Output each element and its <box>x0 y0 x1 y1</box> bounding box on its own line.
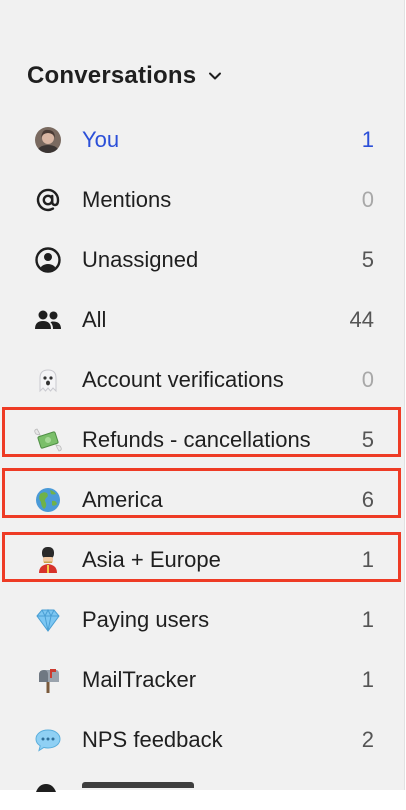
conversations-header[interactable]: Conversations <box>27 60 224 92</box>
nav-item-count: 2 <box>361 727 374 752</box>
nav-item-nps-feedback[interactable]: NPS feedback 2 <box>0 710 404 770</box>
nav-item-label: Account verifications <box>82 367 284 392</box>
nav-item-all[interactable]: All 44 <box>0 290 404 350</box>
chevron-down-icon[interactable] <box>206 67 224 85</box>
nav-item-count: 5 <box>361 247 374 272</box>
highlight-box-asia-europe <box>2 532 401 582</box>
conversations-sidebar: Conversations You 1 Mentions 0 Unassigne… <box>0 0 405 792</box>
mailbox-icon <box>33 665 63 695</box>
user-avatar <box>33 125 63 155</box>
nav-item-partial[interactable] <box>0 770 404 810</box>
nav-item-count: 0 <box>361 187 374 212</box>
at-sign-icon <box>33 185 63 215</box>
partial-item-label <box>82 778 202 788</box>
nav-item-label: Unassigned <box>82 247 199 272</box>
nav-item-label: NPS feedback <box>82 727 223 752</box>
nav-item-label: You <box>82 127 120 152</box>
users-icon <box>33 305 63 335</box>
highlight-box-refunds <box>2 407 401 457</box>
partial-item-icon <box>36 784 56 792</box>
user-circle-icon <box>33 245 63 275</box>
nav-item-label: Paying users <box>82 607 210 632</box>
nav-item-count: 1 <box>361 667 374 692</box>
nav-item-count: 44 <box>349 307 374 332</box>
conversations-title: Conversations <box>27 62 197 89</box>
nav-item-label: Mentions <box>82 187 172 212</box>
nav-item-label: All <box>82 307 107 332</box>
nav-item-account-verifications[interactable]: Account verifications 0 <box>0 350 404 410</box>
nav-item-mentions[interactable]: Mentions 0 <box>0 170 404 230</box>
nav-item-you[interactable]: You 1 <box>0 110 404 170</box>
nav-item-count: 1 <box>361 607 374 632</box>
gem-icon <box>33 605 63 635</box>
nav-item-label: MailTracker <box>82 667 197 692</box>
nav-item-count: 0 <box>361 367 374 392</box>
nav-item-count: 1 <box>361 127 374 152</box>
nav-item-unassigned[interactable]: Unassigned 5 <box>0 230 404 290</box>
ghost-emoji-icon <box>33 365 63 395</box>
highlight-box-america <box>2 468 401 518</box>
speech-bubble-icon <box>33 725 63 755</box>
nav-item-mailtracker[interactable]: MailTracker 1 <box>0 650 404 710</box>
nav-item-paying-users[interactable]: Paying users 1 <box>0 590 404 650</box>
